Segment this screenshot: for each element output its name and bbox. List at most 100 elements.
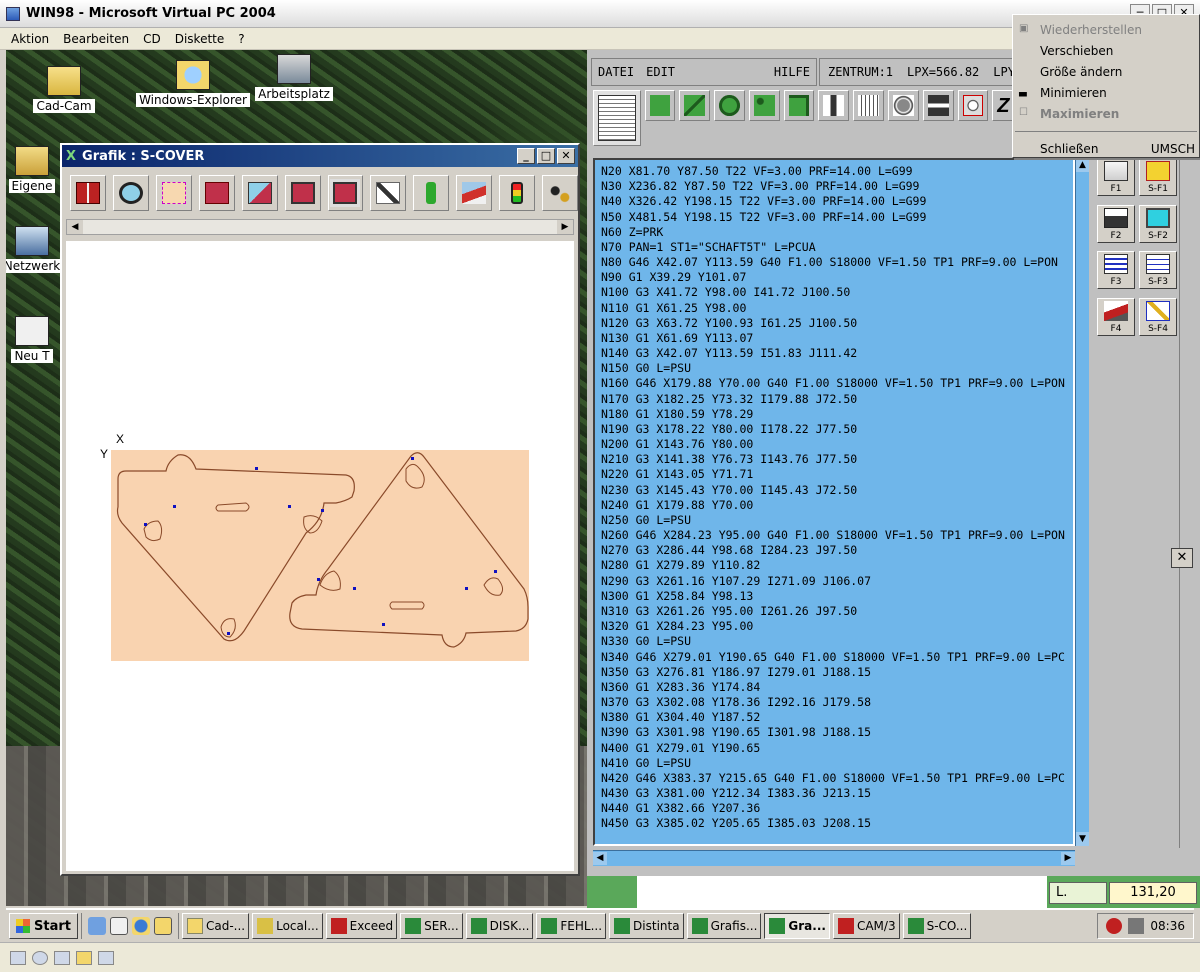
task-exceed[interactable]: Exceed — [325, 913, 398, 939]
nc-line[interactable]: N350 G3 X276.81 Y186.97 I279.01 J188.15 — [601, 665, 1073, 680]
desktop-icon[interactable] — [87, 917, 106, 935]
grafik-close-button[interactable]: ✕ — [557, 148, 575, 164]
calendar-icon[interactable] — [109, 917, 128, 935]
menu-hilfe[interactable]: HILFE — [768, 65, 816, 79]
volume-icon[interactable] — [1128, 918, 1145, 934]
side-scroll-strip[interactable] — [1179, 158, 1200, 848]
f1-button[interactable]: F1 — [1097, 158, 1135, 196]
info-button[interactable] — [413, 175, 450, 211]
task-grafis[interactable]: Grafis... — [686, 913, 762, 939]
saw-tool-button[interactable] — [887, 90, 919, 121]
nc-line[interactable]: N370 G3 X302.08 Y178.36 I292.16 J179.58 — [601, 695, 1073, 710]
nc-line[interactable]: N300 G1 X258.84 Y98.13 — [601, 589, 1073, 604]
start-button[interactable]: Start — [9, 913, 78, 939]
subwindow-close-button[interactable]: ✕ — [1171, 548, 1193, 568]
floppy-icon[interactable] — [54, 950, 70, 965]
f4-button[interactable]: F4 — [1097, 297, 1135, 336]
task-ser[interactable]: SER... — [400, 913, 463, 939]
scroll-down-icon[interactable]: ▼ — [1076, 832, 1089, 846]
network-adapter-icon[interactable] — [98, 950, 114, 965]
shared-folder-icon[interactable] — [76, 950, 92, 965]
grafik-canvas[interactable]: X Y — [66, 241, 574, 871]
task-cad[interactable]: Cad-... — [181, 913, 250, 939]
bottom-input-field[interactable] — [637, 876, 1047, 908]
pocket-tool-button[interactable] — [853, 90, 884, 121]
nc-line[interactable]: N360 G1 X283.36 Y174.84 — [601, 680, 1073, 695]
center-button[interactable] — [155, 175, 192, 211]
task-disk[interactable]: DISK... — [465, 913, 534, 939]
task-s-cover[interactable]: S-CO... — [902, 913, 972, 939]
nc-line[interactable]: N290 G3 X261.16 Y107.29 I271.09 J106.07 — [601, 574, 1073, 589]
frame-button[interactable] — [284, 175, 321, 211]
mill-tool-button[interactable] — [922, 90, 954, 121]
nc-line[interactable]: N450 G3 X385.02 Y205.65 I385.03 J208.15 — [601, 816, 1073, 831]
nc-line[interactable]: N130 G1 X61.69 Y113.07 — [601, 331, 1073, 346]
menu-bearbeiten[interactable]: Bearbeiten — [56, 32, 136, 46]
cd-drive-icon[interactable] — [32, 950, 48, 965]
nc-line[interactable]: N90 G1 X39.29 Y101.07 — [601, 270, 1073, 285]
nc-horizontal-scrollbar[interactable]: ◀ ▶ — [593, 850, 1075, 866]
desktop-icon-cad-cam[interactable]: Cad-Cam — [14, 66, 114, 113]
nc-line[interactable]: N430 G3 X381.00 Y212.34 I383.36 J213.15 — [601, 786, 1073, 801]
nc-line[interactable]: N320 G1 X284.23 Y95.00 — [601, 619, 1073, 634]
nc-line[interactable]: N230 G3 X145.43 Y70.00 I145.43 J72.50 — [601, 483, 1073, 498]
nc-line[interactable]: N220 G1 X143.05 Y71.71 — [601, 467, 1073, 482]
nc-line[interactable]: N50 X481.54 Y198.15 T22 VF=3.00 PRF=14.0… — [601, 210, 1073, 225]
s-f2-button[interactable]: S-F2 — [1139, 204, 1177, 243]
grafik-maximize-button[interactable]: □ — [537, 148, 555, 164]
hard-disk-icon[interactable] — [10, 950, 26, 965]
menu-item-minimieren[interactable]: ▃ Minimieren — [1013, 82, 1199, 103]
nc-line[interactable]: N100 G3 X41.72 Y98.00 I41.72 J100.50 — [601, 285, 1073, 300]
s-f3-button[interactable]: S-F3 — [1139, 251, 1177, 289]
browser-icon[interactable] — [131, 917, 150, 935]
nc-line[interactable]: N380 G1 X304.40 Y187.52 — [601, 710, 1073, 725]
menu-cd[interactable]: CD — [136, 32, 168, 46]
nc-line[interactable]: N200 G1 X143.76 Y80.00 — [601, 437, 1073, 452]
nc-line[interactable]: N110 G1 X61.25 Y98.00 — [601, 301, 1073, 316]
circle-tool-button[interactable] — [714, 90, 745, 121]
nc-line[interactable]: N420 G46 X383.37 Y215.65 G40 F1.00 S1800… — [601, 771, 1073, 786]
nc-line[interactable]: N240 G1 X179.88 Y70.00 — [601, 498, 1073, 513]
path-button[interactable] — [456, 175, 493, 211]
scroll-right-icon[interactable]: ▶ — [557, 220, 573, 234]
nc-line[interactable]: N160 G46 X179.88 Y70.00 G40 F1.00 S18000… — [601, 376, 1073, 391]
menu-item-schliessen[interactable]: Schließen UMSCH — [1013, 138, 1199, 159]
s-f1-button[interactable]: S-F1 — [1139, 158, 1177, 196]
nc-line[interactable]: N400 G1 X279.01 Y190.65 — [601, 741, 1073, 756]
nc-line[interactable]: N390 G3 X301.98 Y190.65 I301.98 J188.15 — [601, 725, 1073, 740]
nc-line[interactable]: N20 X81.70 Y87.50 T22 VF=3.00 PRF=14.00 … — [601, 164, 1073, 179]
nc-line[interactable]: N40 X326.42 Y198.15 T22 VF=3.00 PRF=14.0… — [601, 194, 1073, 209]
spline-tool-button[interactable] — [644, 90, 676, 121]
nc-line[interactable]: N210 G3 X141.38 Y76.73 I143.76 J77.50 — [601, 452, 1073, 467]
outlook-icon[interactable] — [153, 917, 172, 935]
scroll-up-icon[interactable]: ▲ — [1076, 158, 1089, 172]
camera-tool-button[interactable] — [957, 90, 989, 121]
menu-help[interactable]: ? — [231, 32, 251, 46]
full-button[interactable] — [327, 175, 364, 211]
scroll-left-icon[interactable]: ◀ — [67, 220, 83, 234]
zoom-window-button[interactable] — [241, 175, 278, 211]
desktop-icon-windows-explorer[interactable]: Windows-Explorer — [136, 60, 250, 107]
pen-button[interactable] — [370, 175, 407, 211]
nc-line[interactable]: N340 G46 X279.01 Y190.65 G40 F1.00 S1800… — [601, 650, 1073, 665]
nc-line[interactable]: N70 PAN=1 ST1="SCHAFT5T" L=PCUA — [601, 240, 1073, 255]
task-distinta[interactable]: Distinta — [609, 913, 684, 939]
nc-line[interactable]: N280 G1 X279.89 Y110.82 — [601, 558, 1073, 573]
f2-button[interactable]: F2 — [1097, 204, 1135, 243]
nc-line[interactable]: N260 G46 X284.23 Y95.00 G40 F1.00 S18000… — [601, 528, 1073, 543]
nc-line[interactable]: N30 X236.82 Y87.50 T22 VF=3.00 PRF=14.00… — [601, 179, 1073, 194]
nc-line[interactable]: N180 G1 X180.59 Y78.29 — [601, 407, 1073, 422]
corner-tool-button[interactable] — [783, 90, 815, 121]
nc-line[interactable]: N170 G3 X182.25 Y73.32 I179.88 J72.50 — [601, 392, 1073, 407]
points-tool-button[interactable] — [748, 90, 780, 121]
nc-line[interactable]: N410 G0 L=PSU — [601, 756, 1073, 771]
fit-button[interactable] — [198, 175, 235, 211]
nc-line[interactable]: N120 G3 X63.72 Y100.93 I61.25 J100.50 — [601, 316, 1073, 331]
menu-diskette[interactable]: Diskette — [168, 32, 232, 46]
line-tool-button[interactable] — [679, 90, 711, 121]
document-list-button[interactable] — [593, 90, 641, 146]
traffic-light-button[interactable] — [499, 175, 536, 211]
zoom-button[interactable] — [112, 175, 149, 211]
menu-item-maximieren[interactable]: ☐ Maximieren — [1013, 103, 1199, 124]
menu-item-verschieben[interactable]: Verschieben — [1013, 40, 1199, 61]
